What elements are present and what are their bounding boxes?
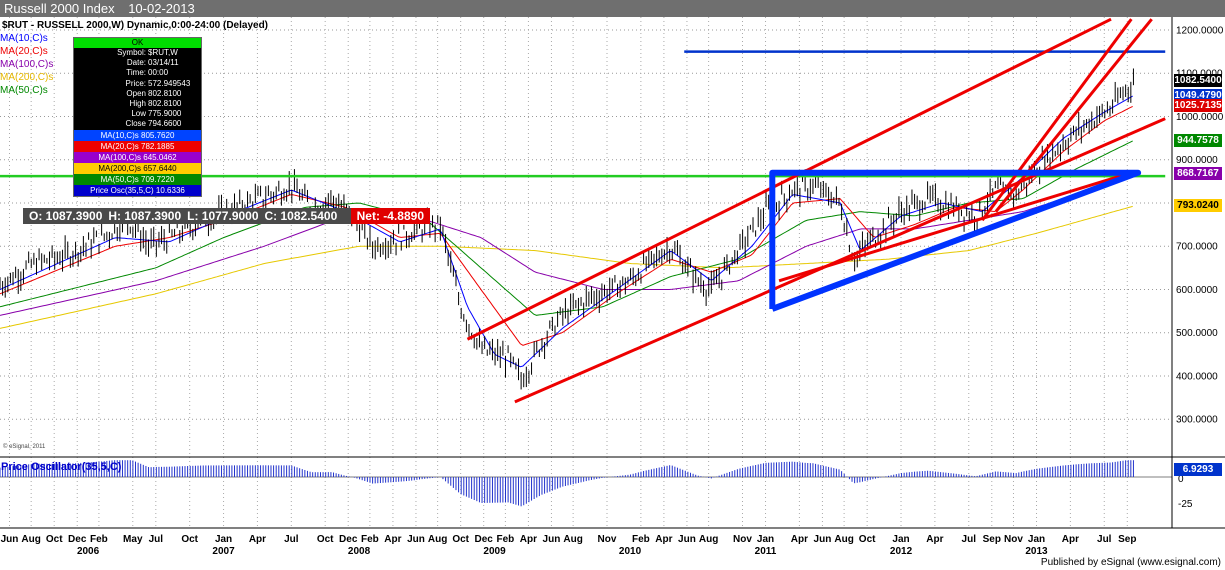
legend-item: MA(100,C)s <box>0 59 54 70</box>
x-month-label: Aug <box>21 534 40 545</box>
x-month-label: Oct <box>452 534 469 545</box>
x-month-label: Jul <box>962 534 977 545</box>
x-month-label: Jun <box>678 534 696 545</box>
x-month-label: May <box>123 534 143 545</box>
ohlc-open: O: 1087.3900 <box>29 209 103 223</box>
ohlc-readout: O: 1087.3900 H: 1087.3900 L: 1077.9000 C… <box>23 208 430 224</box>
x-month-label: Apr <box>655 534 672 545</box>
x-month-label: Sep <box>1118 534 1136 545</box>
x-month-label: Jul <box>149 534 164 545</box>
x-year-label: 2011 <box>755 546 777 557</box>
x-year-label: 2007 <box>212 546 235 557</box>
ma-legend: MA(10,C)s MA(20,C)s MA(100,C)s MA(200,C)s MA… <box>0 32 53 97</box>
x-month-label: Oct <box>181 534 198 545</box>
y-tick-label: 500.0000 <box>1176 328 1218 339</box>
price-badge: 868.7167 <box>1174 166 1222 180</box>
x-month-label: Dec <box>339 534 358 545</box>
x-month-label: Jun <box>1 534 19 545</box>
x-month-label: Jan <box>757 534 774 545</box>
copyright: © eSignal, 2011 <box>3 444 46 450</box>
x-month-label: Apr <box>926 534 943 545</box>
x-month-label: Dec <box>475 534 494 545</box>
y-tick-label: 700.0000 <box>1176 242 1218 253</box>
x-month-label: Jun <box>407 534 425 545</box>
x-month-label: Jan <box>892 534 909 545</box>
x-year-label: 2010 <box>619 546 642 557</box>
legend-item: MA(50,C)s <box>0 85 48 96</box>
x-month-label: Jul <box>284 534 299 545</box>
x-month-label: Nov <box>598 534 617 545</box>
ohlc-low: L: 1077.9000 <box>187 209 259 223</box>
x-month-label: Apr <box>384 534 401 545</box>
x-month-label: Jan <box>1028 534 1045 545</box>
info-ma-row: MA(50,C)s 709.7220 <box>74 173 201 185</box>
x-month-label: Nov <box>1004 534 1023 545</box>
y-tick-label: 600.0000 <box>1176 285 1218 296</box>
x-month-label: Jun <box>543 534 561 545</box>
legend-item: MA(10,C)s <box>0 33 48 44</box>
info-row: Date: 03/14/11 <box>126 58 179 68</box>
info-ma-row: MA(20,C)s 782.1885 <box>74 140 201 152</box>
x-month-label: Aug <box>428 534 447 545</box>
x-month-label: Aug <box>563 534 582 545</box>
price-badge: 1025.7135 <box>1174 98 1222 112</box>
x-month-label: Aug <box>699 534 718 545</box>
x-month-label: Oct <box>317 534 334 545</box>
x-year-label: 2012 <box>890 546 913 557</box>
x-year-label: 2009 <box>483 546 506 557</box>
y-tick-label: 400.0000 <box>1176 371 1218 382</box>
x-month-label: Oct <box>46 534 63 545</box>
oscillator-title: Price Oscillator(35,5,C) <box>1 461 122 473</box>
x-month-label: Apr <box>520 534 537 545</box>
info-row: Low 775.9000 <box>131 109 182 119</box>
x-month-label: Jun <box>814 534 832 545</box>
x-month-label: Oct <box>859 534 876 545</box>
data-window: OK Symbol: $RUT,W Date: 03/14/11 Time: 00:00 P… <box>73 37 202 197</box>
osc-tick-label: -25 <box>1178 499 1193 510</box>
y-tick-label: 300.0000 <box>1176 415 1218 426</box>
x-year-label: 2006 <box>77 546 100 557</box>
x-month-label: Aug <box>834 534 853 545</box>
x-month-label: Feb <box>632 534 650 545</box>
price-badge: 793.0240 <box>1174 199 1222 213</box>
ohlc-net: Net: -4.8890 <box>350 208 430 224</box>
x-year-label: 2013 <box>1025 546 1048 557</box>
info-ma-row: MA(10,C)s 805.7620 <box>74 129 201 141</box>
x-month-label: Feb <box>90 534 108 545</box>
x-month-label: Apr <box>1062 534 1079 545</box>
footer: Published by eSignal (www.esignal.com) <box>1040 557 1221 568</box>
info-row: Time: 00:00 <box>126 68 169 78</box>
info-ma-row: MA(200,C)s 657.6440 <box>74 162 201 174</box>
chart-header: $RUT - RUSSELL 2000,W) Dynamic,0:00-24:0… <box>2 20 268 31</box>
info-ma-row: MA(100,C)s 645.0462 <box>74 151 201 163</box>
x-month-label: Feb <box>361 534 379 545</box>
info-ma-row: Price Osc(35,5,C) 10.6336 <box>74 184 201 196</box>
oscillator-badge: 6.9293 <box>1174 463 1222 476</box>
x-month-label: Apr <box>249 534 266 545</box>
x-month-label: Dec <box>68 534 87 545</box>
info-row: Symbol: $RUT,W <box>117 48 178 57</box>
legend-item: MA(200,C)s <box>0 72 54 83</box>
info-row: Open 802.8100 <box>126 88 182 98</box>
ohlc-high: H: 1087.3900 <box>108 209 182 223</box>
x-month-label: Nov <box>733 534 752 545</box>
y-tick-label: 1000.0000 <box>1176 112 1224 123</box>
x-month-label: Apr <box>791 534 808 545</box>
x-year-label: 2008 <box>348 546 371 557</box>
price-badge: 944.7578 <box>1174 133 1222 147</box>
x-month-label: Sep <box>983 534 1001 545</box>
info-row: High 802.8100 <box>129 98 182 108</box>
y-tick-label: 900.0000 <box>1176 155 1218 166</box>
info-status: OK <box>74 38 201 48</box>
ohlc-close: C: 1082.5400 <box>264 209 338 223</box>
x-month-label: Jul <box>1097 534 1112 545</box>
y-tick-label: 1200.0000 <box>1176 25 1224 36</box>
x-month-label: Jan <box>215 534 232 545</box>
x-month-label: Feb <box>496 534 514 545</box>
info-row: Price: 572.949543 <box>125 78 191 88</box>
legend-item: MA(20,C)s <box>0 46 48 57</box>
price-badge: 1082.5400 <box>1174 74 1222 88</box>
info-row: Close 794.6600 <box>125 119 182 129</box>
